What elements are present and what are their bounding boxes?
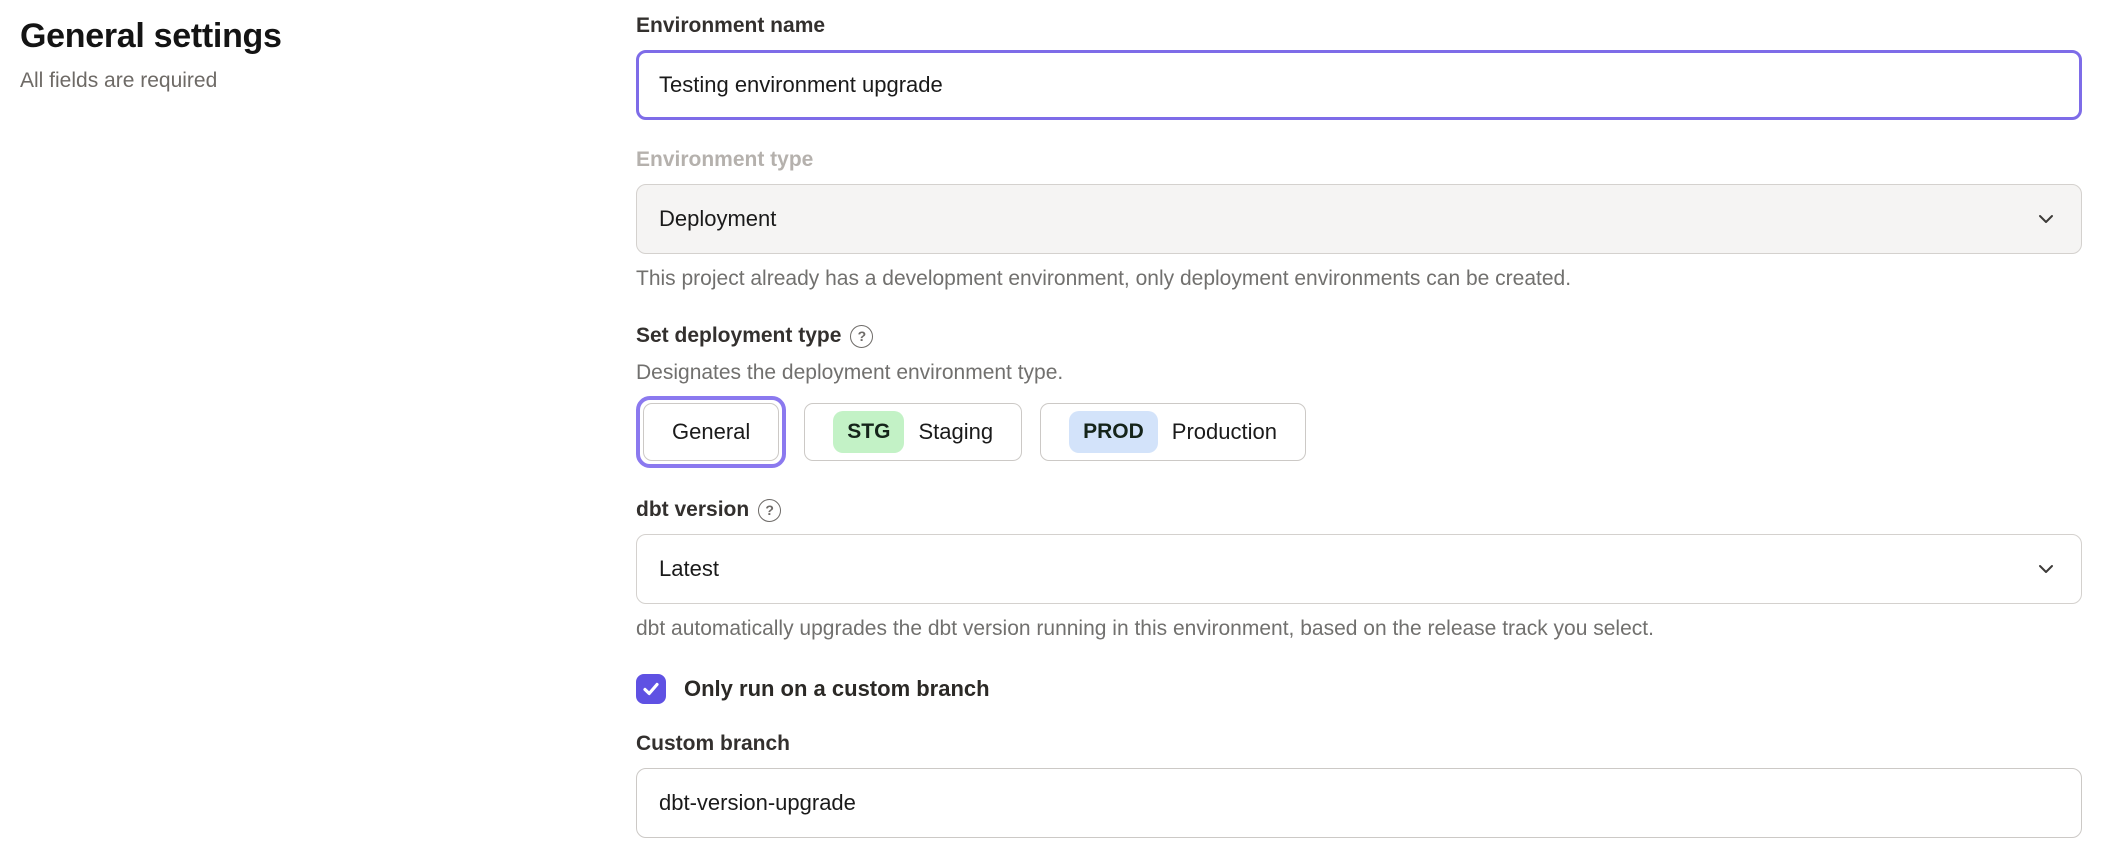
page-title: General settings (20, 16, 580, 57)
environment-name-label: Environment name (636, 12, 2082, 40)
environment-type-value: Deployment (659, 206, 776, 232)
production-option-label: Production (1172, 419, 1277, 445)
dbt-version-label: dbt version ? (636, 496, 2082, 524)
deployment-type-production-button[interactable]: PROD Production (1040, 403, 1306, 461)
help-icon[interactable]: ? (850, 325, 873, 348)
page-subtitle: All fields are required (20, 69, 580, 93)
settings-form: Environment name Environment type Deploy… (636, 12, 2082, 838)
production-badge: PROD (1069, 411, 1158, 453)
dbt-version-label-text: dbt version (636, 496, 749, 524)
staging-option-label: Staging (918, 419, 993, 445)
custom-branch-field: Custom branch (636, 730, 2082, 838)
dbt-version-value: Latest (659, 556, 719, 582)
dbt-version-field: dbt version ? Latest dbt automatically u… (636, 496, 2082, 642)
general-option-label: General (672, 419, 750, 445)
staging-badge: STG (833, 411, 904, 453)
environment-type-label: Environment type (636, 146, 2082, 174)
checkmark-icon (641, 679, 661, 699)
custom-branch-input[interactable] (636, 768, 2082, 838)
environment-settings-page: General settings All fields are required… (0, 0, 2116, 864)
environment-type-helper: This project already has a development e… (636, 266, 2082, 292)
deployment-type-label: Set deployment type ? (636, 322, 2082, 350)
deployment-type-general-button[interactable]: General (643, 403, 779, 461)
chevron-down-icon (2033, 556, 2059, 582)
deployment-type-staging-button[interactable]: STG Staging (804, 403, 1022, 461)
environment-name-field: Environment name (636, 12, 2082, 120)
environment-name-input[interactable] (636, 50, 2082, 120)
deployment-type-options: General STG Staging PROD Production (636, 396, 2082, 468)
chevron-down-icon (2033, 206, 2059, 232)
dbt-version-helper: dbt automatically upgrades the dbt versi… (636, 616, 2082, 642)
custom-branch-checkbox[interactable] (636, 674, 666, 704)
deployment-type-helper: Designates the deployment environment ty… (636, 360, 2082, 386)
help-icon[interactable]: ? (758, 499, 781, 522)
selected-option-ring: General (636, 396, 786, 468)
custom-branch-label: Custom branch (636, 730, 2082, 758)
environment-type-select: Deployment (636, 184, 2082, 254)
environment-type-field: Environment type Deployment This project… (636, 146, 2082, 292)
dbt-version-select[interactable]: Latest (636, 534, 2082, 604)
custom-branch-checkbox-label[interactable]: Only run on a custom branch (684, 676, 990, 702)
deployment-type-label-text: Set deployment type (636, 322, 841, 350)
deployment-type-field: Set deployment type ? Designates the dep… (636, 322, 2082, 468)
custom-branch-checkbox-row: Only run on a custom branch (636, 674, 2082, 704)
settings-header: General settings All fields are required (20, 16, 580, 93)
